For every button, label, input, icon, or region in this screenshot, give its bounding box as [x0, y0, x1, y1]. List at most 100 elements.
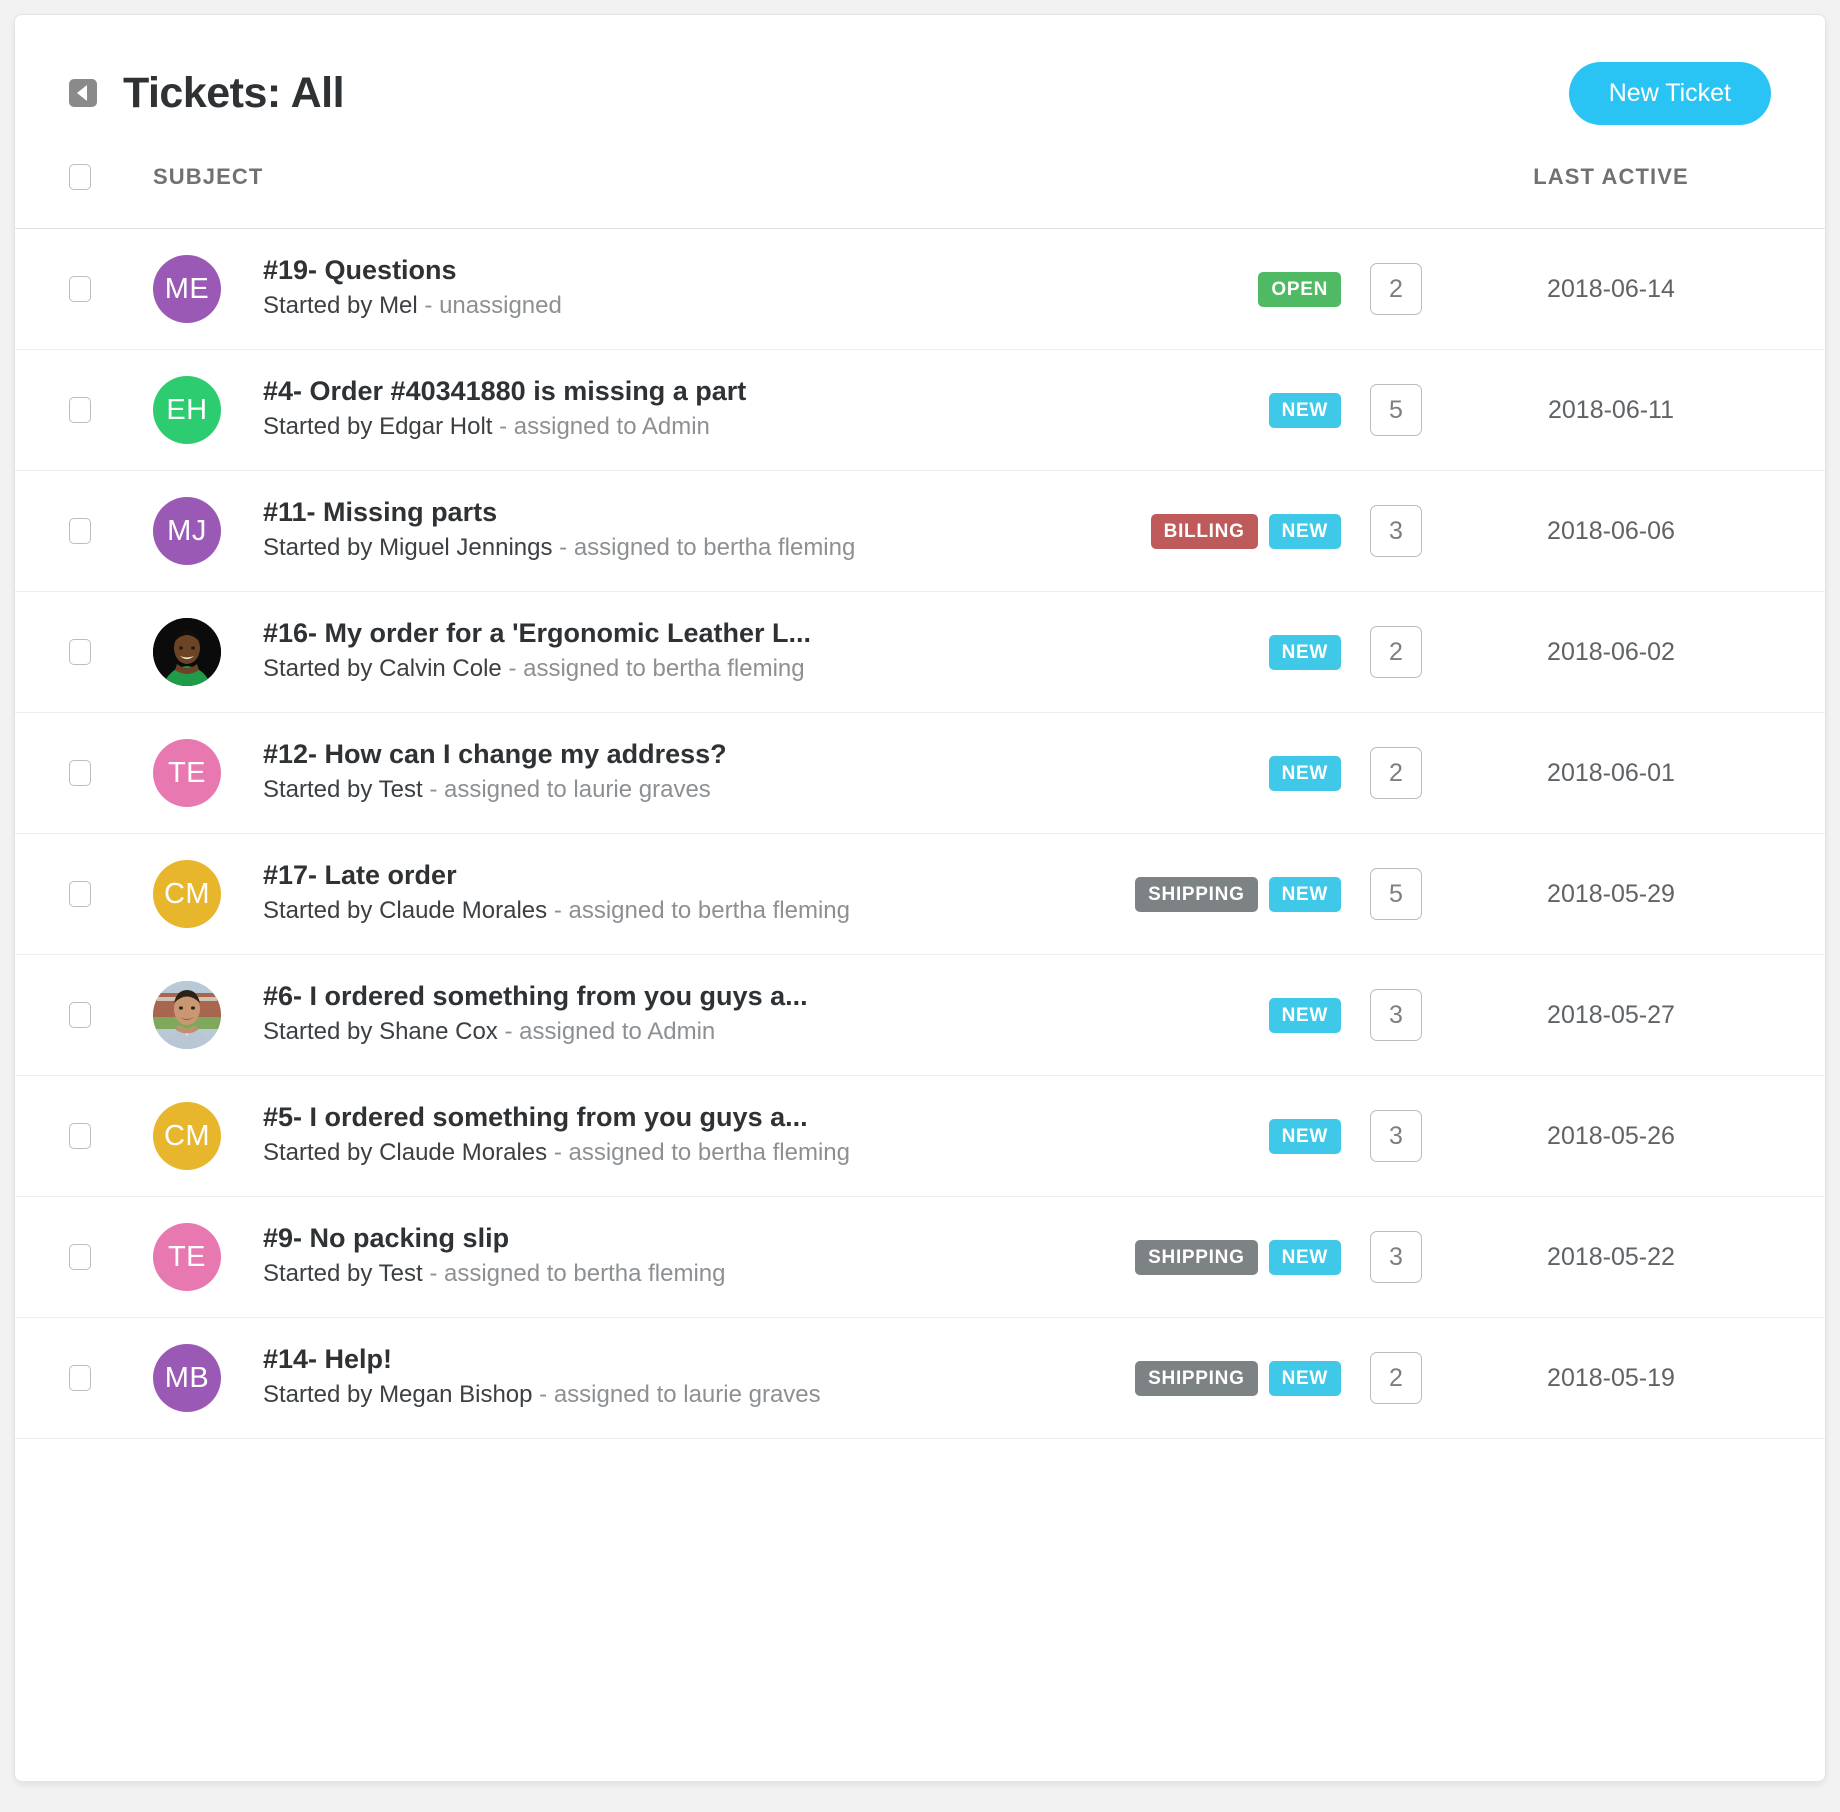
reply-count-cell: 2 [1341, 626, 1451, 678]
row-select-cell [69, 397, 153, 423]
ticket-title-link[interactable]: #9- No packing slip [263, 1223, 1095, 1255]
subject-column-header[interactable]: SUBJECT [153, 164, 1451, 190]
table-row[interactable]: EH#4- Order #40341880 is missing a partS… [15, 350, 1825, 471]
status-badge[interactable]: SHIPPING [1135, 877, 1257, 912]
last-active-date: 2018-06-11 [1451, 396, 1771, 425]
table-row[interactable]: ME#19- QuestionsStarted by Mel - unassig… [15, 229, 1825, 350]
row-select-checkbox[interactable] [69, 1002, 91, 1028]
status-badge[interactable]: BILLING [1151, 514, 1258, 549]
subject-column-label: SUBJECT [153, 164, 263, 189]
row-select-cell [69, 1365, 153, 1391]
status-badge[interactable]: NEW [1269, 1240, 1341, 1275]
status-badge[interactable]: SHIPPING [1135, 1361, 1257, 1396]
row-select-checkbox[interactable] [69, 1123, 91, 1149]
row-select-checkbox[interactable] [69, 276, 91, 302]
status-badge[interactable]: NEW [1269, 1361, 1341, 1396]
ticket-meta: Started by Mel - unassigned [263, 290, 1095, 322]
ticket-title-link[interactable]: #19- Questions [263, 255, 1095, 287]
row-select-checkbox[interactable] [69, 397, 91, 423]
status-badge[interactable]: NEW [1269, 998, 1341, 1033]
ticket-title-link[interactable]: #4- Order #40341880 is missing a part [263, 376, 1095, 408]
ticket-started-by: Started by Mel [263, 292, 418, 319]
new-ticket-button[interactable]: New Ticket [1569, 62, 1771, 125]
avatar: TE [153, 1223, 221, 1291]
row-select-cell [69, 760, 153, 786]
chevron-left-glyph [77, 85, 87, 101]
row-select-checkbox[interactable] [69, 1365, 91, 1391]
ticket-started-by: Started by Test [263, 1260, 423, 1287]
row-select-checkbox[interactable] [69, 881, 91, 907]
subject-cell: #14- Help!Started by Megan Bishop - assi… [263, 1344, 1111, 1411]
badges-cell: SHIPPING NEW [1111, 877, 1341, 912]
last-active-date: 2018-05-22 [1451, 1243, 1771, 1272]
ticket-assignment: - assigned to bertha fleming [502, 655, 805, 682]
list-header: SUBJECT LAST ACTIVE [15, 125, 1825, 229]
ticket-assignment: - assigned to bertha fleming [423, 1260, 726, 1287]
badges-cell: OPEN [1111, 272, 1341, 307]
reply-count-cell: 3 [1341, 989, 1451, 1041]
subject-cell: #6- I ordered something from you guys a.… [263, 981, 1111, 1048]
status-badge[interactable]: NEW [1269, 1119, 1341, 1154]
ticket-assignment: - assigned to bertha fleming [547, 1139, 850, 1166]
row-select-checkbox[interactable] [69, 1244, 91, 1270]
chevron-left-icon[interactable] [69, 79, 97, 107]
last-active-column-header[interactable]: LAST ACTIVE [1451, 164, 1771, 190]
table-row[interactable]: CM#17- Late orderStarted by Claude Moral… [15, 834, 1825, 955]
ticket-title-link[interactable]: #12- How can I change my address? [263, 739, 1095, 771]
table-row[interactable]: TE#9- No packing slipStarted by Test - a… [15, 1197, 1825, 1318]
subject-cell: #16- My order for a 'Ergonomic Leather L… [263, 618, 1111, 685]
reply-count-cell: 2 [1341, 263, 1451, 315]
last-active-date: 2018-06-06 [1451, 517, 1771, 546]
status-badge[interactable]: NEW [1269, 635, 1341, 670]
row-select-cell [69, 881, 153, 907]
subject-cell: #5- I ordered something from you guys a.… [263, 1102, 1111, 1169]
reply-count-badge: 3 [1370, 989, 1422, 1041]
row-select-checkbox[interactable] [69, 518, 91, 544]
ticket-title-link[interactable]: #14- Help! [263, 1344, 1095, 1376]
status-badge[interactable]: NEW [1269, 514, 1341, 549]
row-select-cell [69, 1244, 153, 1270]
row-select-checkbox[interactable] [69, 760, 91, 786]
ticket-assignment: - assigned to bertha fleming [553, 534, 856, 561]
ticket-started-by: Started by Test [263, 776, 423, 803]
ticket-started-by: Started by Claude Morales [263, 1139, 547, 1166]
reply-count-badge: 2 [1370, 626, 1422, 678]
status-badge[interactable]: SHIPPING [1135, 1240, 1257, 1275]
ticket-meta: Started by Claude Morales - assigned to … [263, 1137, 1095, 1169]
last-active-column-label: LAST ACTIVE [1533, 164, 1689, 189]
reply-count-badge: 3 [1370, 505, 1422, 557]
table-row[interactable]: #16- My order for a 'Ergonomic Leather L… [15, 592, 1825, 713]
avatar: CM [153, 1102, 221, 1170]
ticket-title-link[interactable]: #11- Missing parts [263, 497, 1095, 529]
ticket-title-link[interactable]: #5- I ordered something from you guys a.… [263, 1102, 1095, 1134]
status-badge[interactable]: OPEN [1258, 272, 1341, 307]
select-all-checkbox[interactable] [69, 164, 91, 190]
ticket-title-link[interactable]: #16- My order for a 'Ergonomic Leather L… [263, 618, 1095, 650]
ticket-meta: Started by Test - assigned to bertha fle… [263, 1258, 1095, 1290]
table-row[interactable]: #6- I ordered something from you guys a.… [15, 955, 1825, 1076]
subject-cell: #12- How can I change my address? Started… [263, 739, 1111, 806]
badges-cell: SHIPPING NEW [1111, 1361, 1341, 1396]
row-select-cell [69, 1123, 153, 1149]
status-badge[interactable]: NEW [1269, 756, 1341, 791]
avatar-cell: ME [153, 255, 263, 323]
avatar-cell: CM [153, 1102, 263, 1170]
subject-cell: #4- Order #40341880 is missing a part Sta… [263, 376, 1111, 443]
ticket-started-by: Started by Claude Morales [263, 897, 547, 924]
table-row[interactable]: TE#12- How can I change my address?Start… [15, 713, 1825, 834]
table-row[interactable]: MJ#11- Missing partsStarted by Miguel Je… [15, 471, 1825, 592]
row-select-checkbox[interactable] [69, 639, 91, 665]
avatar [153, 618, 221, 686]
status-badge[interactable]: NEW [1269, 877, 1341, 912]
table-row[interactable]: MB#14- Help!Started by Megan Bishop - as… [15, 1318, 1825, 1439]
last-active-date: 2018-05-29 [1451, 880, 1771, 909]
reply-count-cell: 5 [1341, 384, 1451, 436]
ticket-title-link[interactable]: #6- I ordered something from you guys a.… [263, 981, 1095, 1013]
status-badge[interactable]: NEW [1269, 393, 1341, 428]
ticket-started-by: Started by Shane Cox [263, 1018, 498, 1045]
ticket-assignment: - assigned to Admin [492, 413, 709, 440]
ticket-title-link[interactable]: #17- Late order [263, 860, 1095, 892]
table-row[interactable]: CM #5- I ordered something from you guys … [15, 1076, 1825, 1197]
last-active-date: 2018-05-19 [1451, 1364, 1771, 1393]
ticket-started-by: Started by Edgar Holt [263, 413, 492, 440]
